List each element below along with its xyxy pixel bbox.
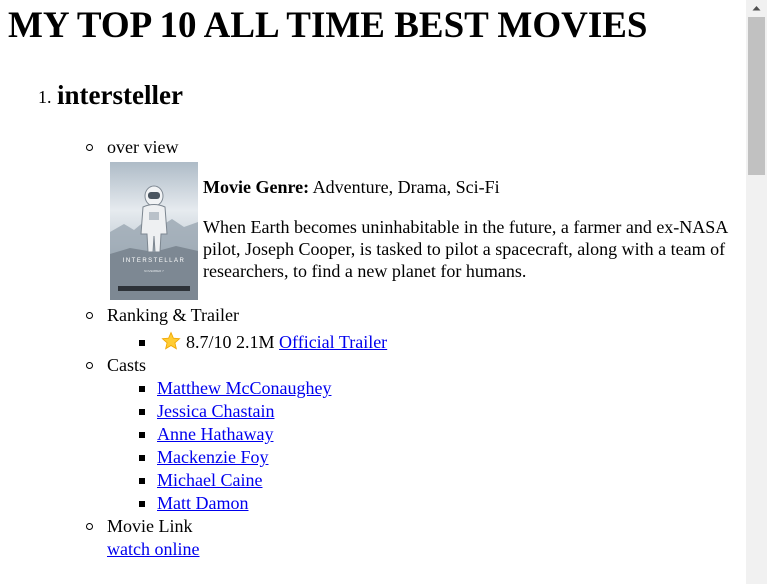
genre-value: Adventure, Drama, Sci-Fi bbox=[309, 177, 500, 197]
svg-text:NOVEMBER 7: NOVEMBER 7 bbox=[144, 269, 164, 273]
genre-label: Movie Genre: bbox=[203, 177, 310, 197]
watch-online-link[interactable]: watch online bbox=[107, 538, 199, 561]
svg-text:INTERSTELLAR: INTERSTELLAR bbox=[123, 258, 186, 264]
cast-link[interactable]: Matthew McConaughey bbox=[157, 377, 331, 400]
page-content: MY TOP 10 ALL TIME BEST MOVIES 1. inters… bbox=[0, 0, 746, 584]
star-icon bbox=[161, 331, 181, 350]
square-bullet bbox=[139, 432, 145, 438]
overview-text: Movie Genre: Adventure, Drama, Sci-Fi Wh… bbox=[203, 176, 739, 282]
square-bullet bbox=[139, 501, 145, 507]
square-bullet bbox=[139, 409, 145, 415]
circle-bullet bbox=[86, 523, 93, 530]
casts-label: Casts bbox=[107, 355, 147, 375]
cast-link[interactable]: Anne Hathaway bbox=[157, 423, 273, 446]
square-bullet bbox=[139, 478, 145, 484]
scrollbar-thumb[interactable] bbox=[748, 17, 765, 175]
cast-link[interactable]: Matt Damon bbox=[157, 492, 249, 515]
rating-value: 8.7/10 bbox=[186, 332, 232, 352]
cast-link[interactable]: Mackenzie Foy bbox=[157, 446, 268, 469]
movie-number: 1. bbox=[38, 87, 52, 107]
movie-title: intersteller bbox=[57, 80, 183, 110]
square-bullet bbox=[139, 386, 145, 392]
vertical-scrollbar[interactable] bbox=[746, 0, 767, 584]
ranking-label: Ranking & Trailer bbox=[107, 305, 240, 325]
square-bullet bbox=[139, 455, 145, 461]
scroll-up-arrow-icon[interactable] bbox=[746, 0, 767, 17]
official-trailer-link[interactable]: Official Trailer bbox=[279, 332, 387, 352]
square-bullet bbox=[139, 340, 145, 346]
cast-link[interactable]: Michael Caine bbox=[157, 469, 262, 492]
movie-link-label: Movie Link bbox=[107, 516, 193, 536]
movie-description: When Earth becomes uninhabitable in the … bbox=[203, 217, 728, 281]
interstellar-poster-image: INTERSTELLAR NOVEMBER 7 bbox=[110, 162, 198, 300]
votes-count: 2.1M bbox=[236, 332, 275, 352]
circle-bullet bbox=[86, 362, 93, 369]
ranking-line: 8.7/10 2.1M Official Trailer bbox=[161, 331, 387, 354]
circle-bullet bbox=[86, 144, 93, 151]
overview-label: over view bbox=[107, 137, 179, 157]
cast-link[interactable]: Jessica Chastain bbox=[157, 400, 274, 423]
genre-line: Movie Genre: Adventure, Drama, Sci-Fi bbox=[203, 176, 739, 198]
page-title: MY TOP 10 ALL TIME BEST MOVIES bbox=[8, 5, 648, 46]
circle-bullet bbox=[86, 312, 93, 319]
